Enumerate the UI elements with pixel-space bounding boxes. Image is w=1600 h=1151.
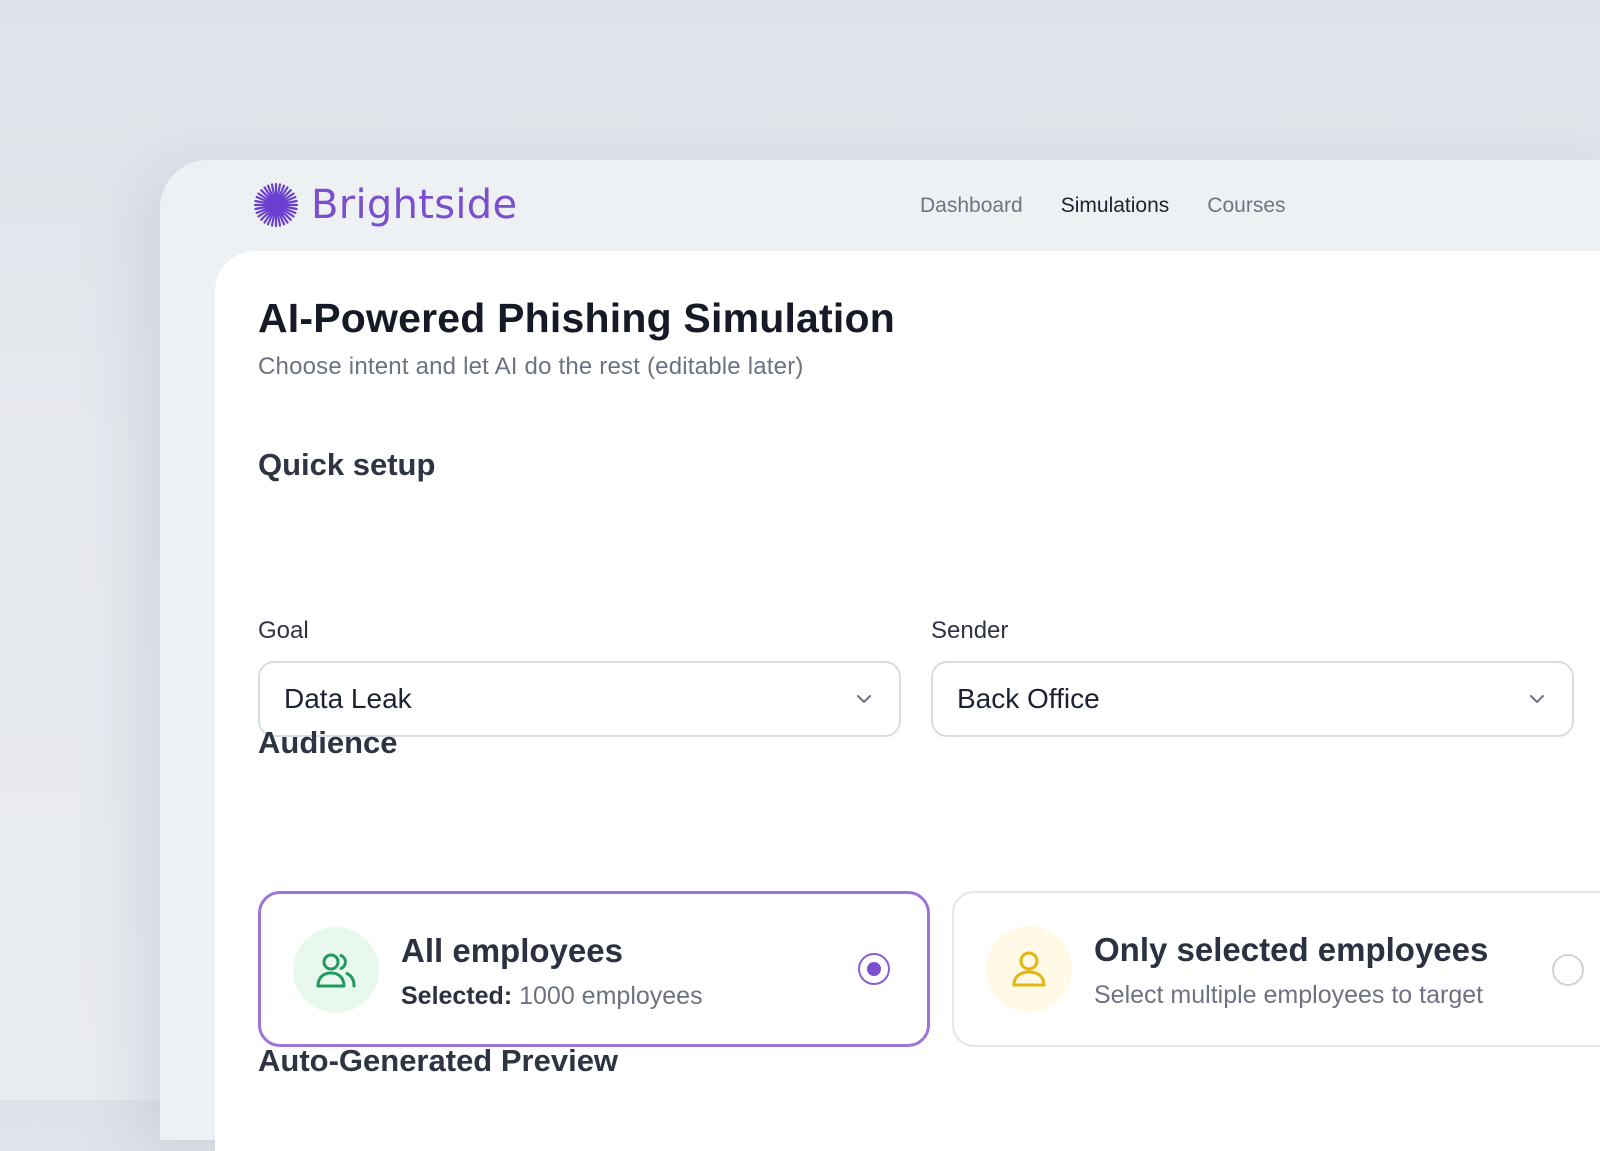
page-subtitle: Choose intent and let AI do the rest (ed… [258, 353, 804, 380]
starburst-icon [253, 182, 299, 228]
page-title: AI-Powered Phishing Simulation [258, 295, 895, 341]
brand-logo[interactable]: Brightside [253, 182, 517, 228]
audience-option-selected-employees[interactable]: Only selected employees Select multiple … [952, 891, 1600, 1047]
chevron-down-icon [1530, 695, 1544, 703]
goal-select-value: Data Leak [284, 683, 412, 714]
audience-heading: Audience [258, 725, 398, 760]
main-content-card: AI-Powered Phishing Simulation Choose in… [215, 251, 1600, 1151]
nav-item-dashboard[interactable]: Dashboard [920, 194, 1023, 218]
chevron-down-icon [857, 695, 871, 703]
main-nav: Dashboard Simulations Courses [920, 160, 1286, 252]
audience-option-description: Selected: 1000 employees [401, 982, 703, 1011]
audience-option-description: Select multiple employees to target [1094, 981, 1484, 1009]
user-icon [986, 926, 1072, 1012]
preview-heading: Auto-Generated Preview [258, 1043, 619, 1078]
audience-radio-selected[interactable] [1552, 954, 1584, 986]
nav-item-simulations[interactable]: Simulations [1061, 194, 1170, 218]
app-window: Brightside Dashboard Simulations Courses… [160, 160, 1600, 1151]
selected-count: 1000 employees [519, 982, 703, 1010]
audience-option-all-employees[interactable]: All employees Selected: 1000 employees [258, 891, 930, 1047]
nav-item-courses[interactable]: Courses [1207, 194, 1285, 218]
audience-option-title: Only selected employees [1094, 931, 1489, 968]
users-icon [293, 927, 379, 1013]
audience-radio-all[interactable] [858, 953, 890, 985]
sender-select[interactable]: Back Office [931, 661, 1574, 737]
sender-label: Sender [931, 617, 1009, 644]
selected-prefix: Selected: [401, 982, 513, 1010]
audience-option-title: All employees [401, 932, 623, 969]
top-navigation-bar: Brightside Dashboard Simulations Courses [160, 160, 1600, 252]
brand-name: Brightside [311, 182, 518, 228]
goal-label: Goal [258, 617, 309, 644]
quick-setup-heading: Quick setup [258, 447, 436, 482]
sender-select-value: Back Office [957, 683, 1100, 714]
